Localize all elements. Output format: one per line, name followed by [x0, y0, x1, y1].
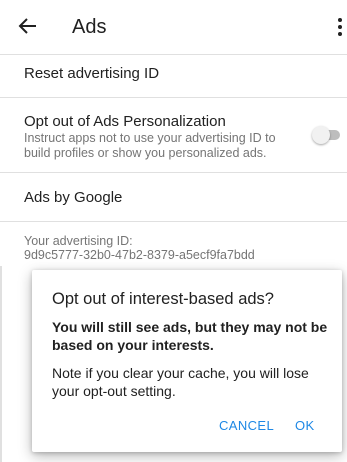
page-title: Ads	[72, 16, 107, 38]
dialog-note-line-2: your opt-out setting.	[52, 383, 176, 399]
cancel-button[interactable]: CANCEL	[219, 418, 274, 433]
dialog-warning-line-1: You will still see ads, but they may not…	[52, 319, 328, 335]
advertising-id-row: Your advertising ID: 9d9c5777-32b0-47b2-…	[0, 222, 347, 266]
opt-out-description-line-2: build profiles or show you personalized …	[24, 146, 267, 160]
dialog-title: Opt out of interest-based ads?	[52, 290, 274, 308]
advertising-id-label: Your advertising ID:	[24, 234, 133, 248]
reset-advertising-id-row[interactable]: Reset advertising ID	[0, 55, 347, 97]
dialog-warning-line-2: based on your interests.	[52, 337, 214, 353]
opt-out-description-line-1: Instruct apps not to use your advertisin…	[24, 131, 276, 145]
more-vert-icon	[338, 18, 342, 36]
overflow-menu-button[interactable]	[333, 13, 347, 41]
toolbar: Ads	[0, 0, 347, 54]
opt-out-toggle[interactable]	[312, 126, 340, 144]
back-button[interactable]	[14, 12, 42, 40]
ads-by-google-row[interactable]: Ads by Google	[0, 173, 347, 221]
ads-by-google-label: Ads by Google	[24, 189, 123, 206]
dialog-note-message: Note if you clear your cache, you will l…	[52, 364, 342, 400]
advertising-id-value: 9d9c5777-32b0-47b2-8379-a5ecf9fa7bdd	[24, 248, 255, 262]
opt-out-dialog: Opt out of interest-based ads? You will …	[32, 270, 342, 452]
app-screen: Ads Reset advertising ID Opt out of Ads …	[0, 0, 347, 462]
arrow-back-icon	[18, 18, 36, 34]
reset-advertising-id-label: Reset advertising ID	[24, 65, 160, 82]
opt-out-row[interactable]: Opt out of Ads Personalization Instruct …	[0, 98, 347, 172]
ok-button[interactable]: OK	[295, 418, 315, 433]
toggle-thumb	[312, 126, 330, 144]
opt-out-title: Opt out of Ads Personalization	[24, 113, 226, 130]
dialog-warning-message: You will still see ads, but they may not…	[52, 318, 342, 354]
dialog-note-line-1: Note if you clear your cache, you will l…	[52, 365, 309, 381]
